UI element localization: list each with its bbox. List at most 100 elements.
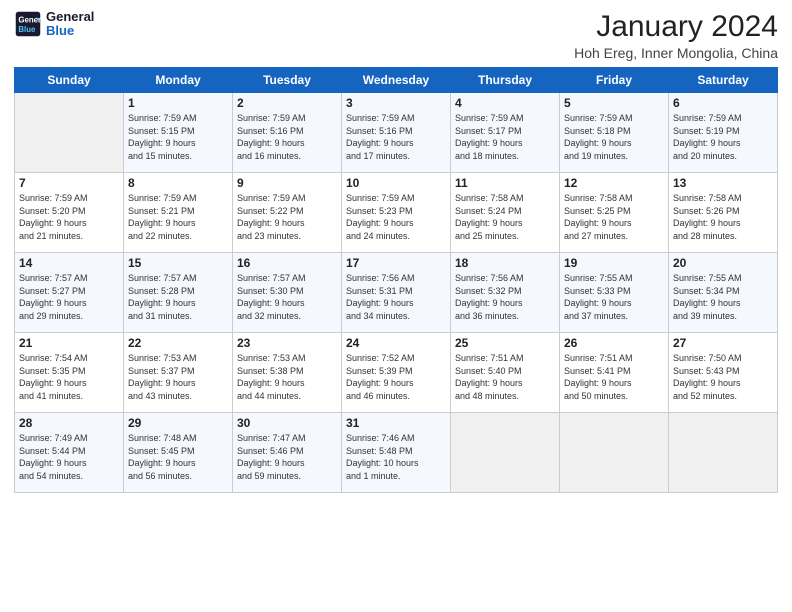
header-tuesday: Tuesday (233, 68, 342, 93)
header: General Blue General Blue January 2024 H… (14, 10, 778, 61)
day-number: 14 (19, 256, 119, 270)
day-content: Sunrise: 7:53 AM Sunset: 5:37 PM Dayligh… (128, 352, 228, 402)
day-content: Sunrise: 7:57 AM Sunset: 5:27 PM Dayligh… (19, 272, 119, 322)
day-number: 5 (564, 96, 664, 110)
day-content: Sunrise: 7:47 AM Sunset: 5:46 PM Dayligh… (237, 432, 337, 482)
day-content: Sunrise: 7:59 AM Sunset: 5:19 PM Dayligh… (673, 112, 773, 162)
header-thursday: Thursday (451, 68, 560, 93)
day-number: 7 (19, 176, 119, 190)
day-content: Sunrise: 7:59 AM Sunset: 5:20 PM Dayligh… (19, 192, 119, 242)
logo-icon: General Blue (14, 10, 42, 38)
calendar-cell: 29Sunrise: 7:48 AM Sunset: 5:45 PM Dayli… (124, 413, 233, 493)
day-number: 23 (237, 336, 337, 350)
calendar-cell: 8Sunrise: 7:59 AM Sunset: 5:21 PM Daylig… (124, 173, 233, 253)
day-content: Sunrise: 7:59 AM Sunset: 5:22 PM Dayligh… (237, 192, 337, 242)
page-title: January 2024 (574, 10, 778, 43)
day-number: 11 (455, 176, 555, 190)
day-number: 16 (237, 256, 337, 270)
day-content: Sunrise: 7:58 AM Sunset: 5:26 PM Dayligh… (673, 192, 773, 242)
day-number: 6 (673, 96, 773, 110)
day-content: Sunrise: 7:57 AM Sunset: 5:30 PM Dayligh… (237, 272, 337, 322)
calendar-week-5: 28 Sunrise: 7:49 AM Sunset: 5:44 PM Dayli… (15, 413, 778, 493)
calendar-cell: 11 Sunrise: 7:58 AM Sunset: 5:24 PM Dayli… (451, 173, 560, 253)
day-number: 19 (564, 256, 664, 270)
day-number: 30 (237, 416, 337, 430)
day-number: 8 (128, 176, 228, 190)
day-number: 2 (237, 96, 337, 110)
calendar-cell: 21 Sunrise: 7:54 AM Sunset: 5:35 PM Dayli… (15, 333, 124, 413)
day-number: 25 (455, 336, 555, 350)
header-monday: Monday (124, 68, 233, 93)
calendar-cell: 12Sunrise: 7:58 AM Sunset: 5:25 PM Dayli… (560, 173, 669, 253)
day-number: 12 (564, 176, 664, 190)
day-content: Sunrise: 7:51 AM Sunset: 5:41 PM Dayligh… (564, 352, 664, 402)
calendar-cell: 30 Sunrise: 7:47 AM Sunset: 5:46 PM Dayli… (233, 413, 342, 493)
day-content: Sunrise: 7:56 AM Sunset: 5:32 PM Dayligh… (455, 272, 555, 322)
logo-text: General Blue (46, 10, 94, 39)
day-content: Sunrise: 7:55 AM Sunset: 5:33 PM Dayligh… (564, 272, 664, 322)
day-content: Sunrise: 7:50 AM Sunset: 5:43 PM Dayligh… (673, 352, 773, 402)
day-content: Sunrise: 7:57 AM Sunset: 5:28 PM Dayligh… (128, 272, 228, 322)
day-content: Sunrise: 7:48 AM Sunset: 5:45 PM Dayligh… (128, 432, 228, 482)
calendar-cell: 16 Sunrise: 7:57 AM Sunset: 5:30 PM Dayli… (233, 253, 342, 333)
calendar-cell: 19 Sunrise: 7:55 AM Sunset: 5:33 PM Dayli… (560, 253, 669, 333)
day-content: Sunrise: 7:59 AM Sunset: 5:18 PM Dayligh… (564, 112, 664, 162)
day-content: Sunrise: 7:51 AM Sunset: 5:40 PM Dayligh… (455, 352, 555, 402)
day-content: Sunrise: 7:54 AM Sunset: 5:35 PM Dayligh… (19, 352, 119, 402)
day-number: 1 (128, 96, 228, 110)
calendar-cell: 28 Sunrise: 7:49 AM Sunset: 5:44 PM Dayli… (15, 413, 124, 493)
calendar-week-2: 7 Sunrise: 7:59 AM Sunset: 5:20 PM Daylig… (15, 173, 778, 253)
calendar-cell: 13 Sunrise: 7:58 AM Sunset: 5:26 PM Dayli… (669, 173, 778, 253)
day-number: 13 (673, 176, 773, 190)
calendar-cell: 15 Sunrise: 7:57 AM Sunset: 5:28 PM Dayli… (124, 253, 233, 333)
calendar-week-1: 1 Sunrise: 7:59 AM Sunset: 5:15 PM Daylig… (15, 93, 778, 173)
day-number: 17 (346, 256, 446, 270)
calendar-cell: 5 Sunrise: 7:59 AM Sunset: 5:18 PM Daylig… (560, 93, 669, 173)
day-number: 22 (128, 336, 228, 350)
calendar-cell: 14 Sunrise: 7:57 AM Sunset: 5:27 PM Dayli… (15, 253, 124, 333)
calendar-cell: 7 Sunrise: 7:59 AM Sunset: 5:20 PM Daylig… (15, 173, 124, 253)
calendar-header-row: SundayMondayTuesdayWednesdayThursdayFrid… (15, 68, 778, 93)
day-content: Sunrise: 7:58 AM Sunset: 5:24 PM Dayligh… (455, 192, 555, 242)
day-content: Sunrise: 7:46 AM Sunset: 5:48 PM Dayligh… (346, 432, 446, 482)
day-content: Sunrise: 7:59 AM Sunset: 5:16 PM Dayligh… (237, 112, 337, 162)
day-content: Sunrise: 7:55 AM Sunset: 5:34 PM Dayligh… (673, 272, 773, 322)
page-subtitle: Hoh Ereg, Inner Mongolia, China (574, 45, 778, 61)
day-number: 3 (346, 96, 446, 110)
header-friday: Friday (560, 68, 669, 93)
day-number: 28 (19, 416, 119, 430)
calendar-cell: 17 Sunrise: 7:56 AM Sunset: 5:31 PM Dayli… (342, 253, 451, 333)
calendar-cell (451, 413, 560, 493)
main-container: General Blue General Blue January 2024 H… (0, 0, 792, 503)
day-content: Sunrise: 7:59 AM Sunset: 5:17 PM Dayligh… (455, 112, 555, 162)
day-content: Sunrise: 7:59 AM Sunset: 5:16 PM Dayligh… (346, 112, 446, 162)
day-number: 15 (128, 256, 228, 270)
calendar-cell: 1 Sunrise: 7:59 AM Sunset: 5:15 PM Daylig… (124, 93, 233, 173)
calendar-cell: 25 Sunrise: 7:51 AM Sunset: 5:40 PM Dayli… (451, 333, 560, 413)
day-number: 27 (673, 336, 773, 350)
calendar-cell: 24Sunrise: 7:52 AM Sunset: 5:39 PM Dayli… (342, 333, 451, 413)
day-content: Sunrise: 7:59 AM Sunset: 5:15 PM Dayligh… (128, 112, 228, 162)
day-number: 21 (19, 336, 119, 350)
day-number: 20 (673, 256, 773, 270)
day-number: 10 (346, 176, 446, 190)
day-number: 9 (237, 176, 337, 190)
calendar-cell: 23 Sunrise: 7:53 AM Sunset: 5:38 PM Dayli… (233, 333, 342, 413)
calendar-cell: 22 Sunrise: 7:53 AM Sunset: 5:37 PM Dayli… (124, 333, 233, 413)
calendar-cell (669, 413, 778, 493)
calendar-cell: 4Sunrise: 7:59 AM Sunset: 5:17 PM Daylig… (451, 93, 560, 173)
calendar-cell: 6 Sunrise: 7:59 AM Sunset: 5:19 PM Daylig… (669, 93, 778, 173)
calendar-cell: 26Sunrise: 7:51 AM Sunset: 5:41 PM Dayli… (560, 333, 669, 413)
calendar-cell: 3 Sunrise: 7:59 AM Sunset: 5:16 PM Daylig… (342, 93, 451, 173)
header-wednesday: Wednesday (342, 68, 451, 93)
day-content: Sunrise: 7:49 AM Sunset: 5:44 PM Dayligh… (19, 432, 119, 482)
day-content: Sunrise: 7:53 AM Sunset: 5:38 PM Dayligh… (237, 352, 337, 402)
calendar-table: SundayMondayTuesdayWednesdayThursdayFrid… (14, 67, 778, 493)
day-number: 31 (346, 416, 446, 430)
calendar-cell: 9 Sunrise: 7:59 AM Sunset: 5:22 PM Daylig… (233, 173, 342, 253)
day-content: Sunrise: 7:52 AM Sunset: 5:39 PM Dayligh… (346, 352, 446, 402)
logo: General Blue General Blue (14, 10, 94, 39)
day-content: Sunrise: 7:56 AM Sunset: 5:31 PM Dayligh… (346, 272, 446, 322)
calendar-cell: 31 Sunrise: 7:46 AM Sunset: 5:48 PM Dayli… (342, 413, 451, 493)
calendar-cell (560, 413, 669, 493)
